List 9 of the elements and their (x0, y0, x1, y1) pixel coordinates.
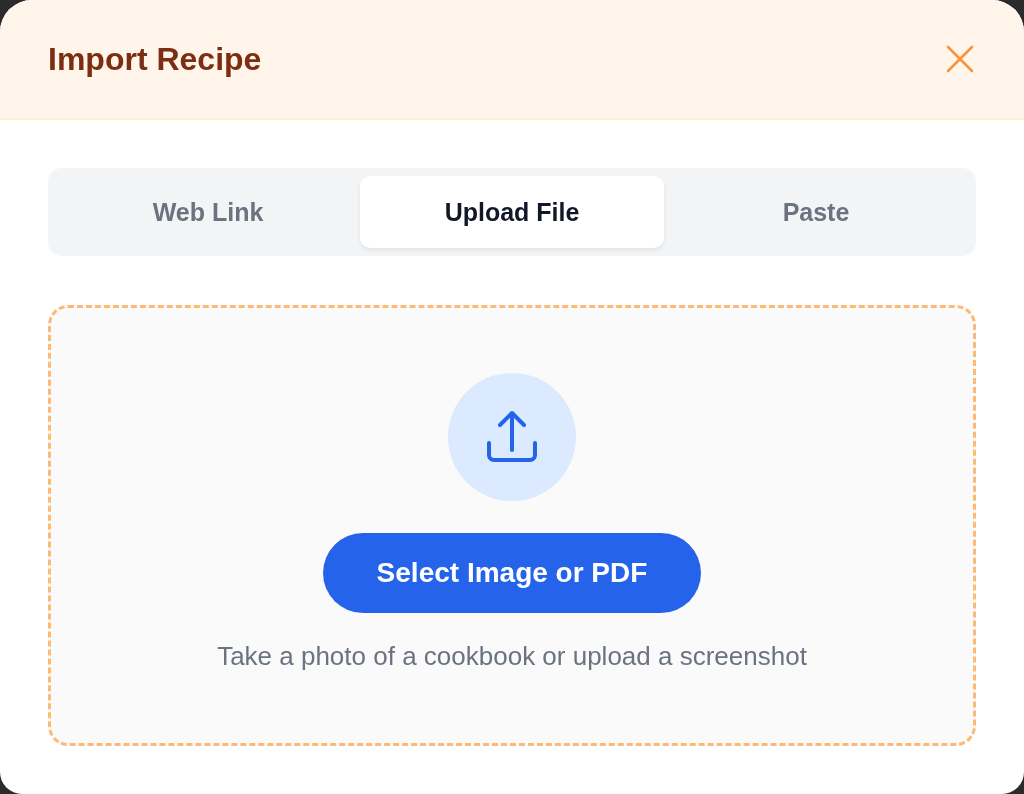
upload-icon (448, 373, 576, 501)
close-icon (946, 45, 974, 73)
dialog-title: Import Recipe (48, 40, 262, 78)
upload-hint: Take a photo of a cookbook or upload a screenshot (217, 641, 807, 672)
close-button[interactable] (946, 45, 974, 73)
tab[interactable]: Paste (664, 176, 968, 248)
select-file-button[interactable]: Select Image or PDF (322, 533, 702, 613)
tab[interactable]: Web Link (56, 176, 360, 248)
tab[interactable]: Upload File (360, 176, 664, 248)
